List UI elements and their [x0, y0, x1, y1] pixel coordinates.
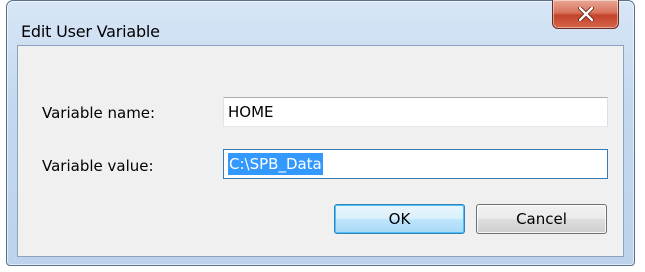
ok-button[interactable]: OK	[334, 204, 465, 234]
dialog-window: Edit User Variable Variable name: HOME V…	[6, 0, 635, 266]
dialog-body: Variable name: HOME Variable value: C:\S…	[17, 45, 624, 257]
variable-name-field[interactable]: HOME	[223, 97, 608, 127]
variable-value-label: Variable value:	[42, 157, 154, 175]
variable-name-value: HOME	[228, 103, 274, 121]
close-icon	[577, 7, 594, 21]
dialog-title: Edit User Variable	[21, 22, 160, 41]
cancel-button[interactable]: Cancel	[476, 204, 607, 234]
variable-value-field[interactable]: C:\SPB_Data	[223, 149, 608, 179]
variable-value-text: C:\SPB_Data	[228, 153, 323, 175]
close-button[interactable]	[552, 0, 619, 29]
variable-name-label: Variable name:	[42, 104, 156, 122]
